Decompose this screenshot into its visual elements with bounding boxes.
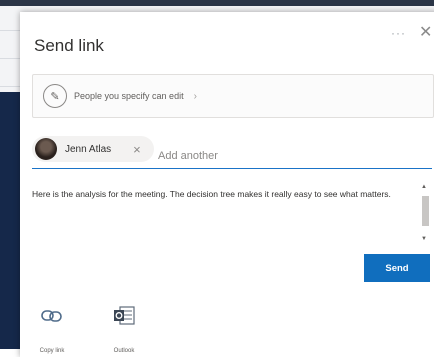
- outlook-button[interactable]: Outlook: [104, 302, 144, 354]
- dialog-title: Send link: [34, 36, 104, 55]
- message-scrollbar[interactable]: ▲ ▼: [421, 184, 430, 246]
- remove-recipient-button[interactable]: ×: [133, 142, 141, 157]
- permission-label: People you specify can edit: [74, 91, 184, 101]
- close-icon[interactable]: ✕: [419, 22, 432, 42]
- send-button[interactable]: Send: [364, 254, 430, 282]
- recipient-input[interactable]: Add another: [158, 150, 218, 162]
- outlook-icon: [104, 302, 144, 330]
- scroll-thumb[interactable]: [422, 196, 429, 226]
- chevron-right-icon: ›: [193, 90, 197, 102]
- copy-link-button[interactable]: Copy link: [32, 302, 72, 354]
- pencil-icon: ✎: [43, 84, 67, 108]
- scroll-down-icon[interactable]: ▼: [421, 236, 427, 242]
- avatar: [35, 138, 57, 160]
- background-header-strip: [0, 0, 434, 6]
- send-link-dialog: Send link ··· ✕ ✎ People you specify can…: [20, 12, 434, 357]
- permission-settings-button[interactable]: ✎ People you specify can edit ›: [32, 74, 434, 118]
- more-icon[interactable]: ···: [391, 26, 406, 40]
- link-icon: [32, 302, 72, 330]
- message-textarea[interactable]: Here is the analysis for the meeting. Th…: [32, 188, 424, 243]
- recipient-chip: Jenn Atlas ×: [32, 136, 154, 162]
- recipient-name: Jenn Atlas: [65, 143, 112, 155]
- recipient-field[interactable]: Jenn Atlas × Add another: [32, 136, 432, 169]
- scroll-up-icon[interactable]: ▲: [421, 184, 427, 190]
